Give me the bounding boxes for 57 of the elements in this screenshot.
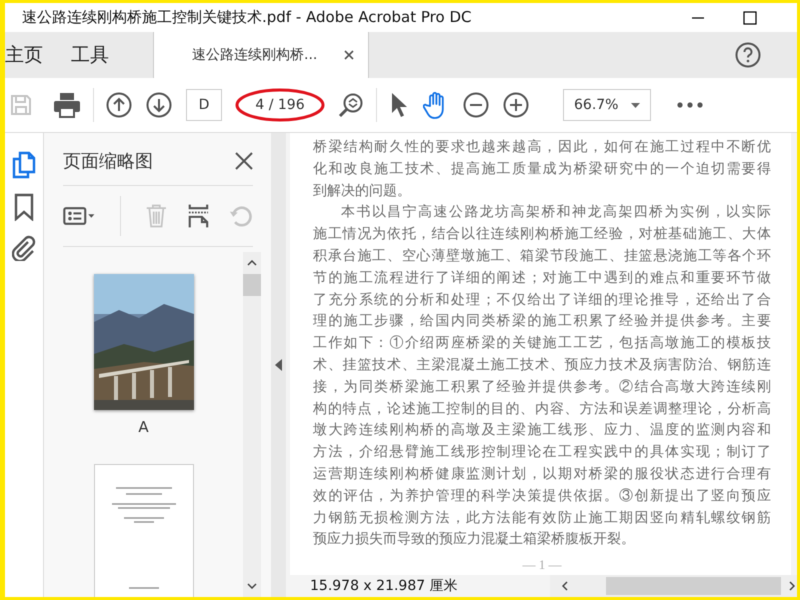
- help-icon[interactable]: [735, 42, 761, 68]
- maximize-icon[interactable]: [743, 10, 757, 24]
- text-line: 构的特点，论述施工控制的目的、内容、方法和误差调整理论，分析高: [313, 400, 771, 419]
- text-line: 运营期连续刚构桥健康监测计划，以期对桥梁的服役状态进行合理有: [313, 465, 771, 484]
- text-line: 术、挂篮技术、主梁混凝土施工技术、预应力技术及病害防治、钢筋连: [313, 356, 771, 375]
- scrollbar[interactable]: [550, 575, 797, 597]
- paperclip-icon[interactable]: [12, 235, 36, 261]
- text-line: 了充分系统的分析和处理；不仅给出了详细的理论推导，还给出了合: [313, 291, 771, 310]
- zoom-dropdown[interactable]: 66.7%: [563, 89, 651, 121]
- text-line: 预应力损失而导致的预应力混凝土箱梁桥腹板开裂。: [313, 530, 636, 550]
- close-icon[interactable]: [344, 50, 354, 60]
- scrollbar[interactable]: [243, 252, 261, 597]
- page-count: 4 / 196: [255, 97, 305, 113]
- caret-icon[interactable]: [631, 102, 640, 108]
- nav-tab[interactable]: 工具: [71, 32, 123, 78]
- scroll-right-icon[interactable]: [789, 581, 795, 591]
- text-line: 本书以昌宁高速公路龙坊高架桥和神龙高架四桥为实例，以实际: [340, 203, 771, 222]
- text-line: 方法，介绍悬臂施工线形控制理论在工程实践中的具体实现；制订了: [313, 443, 771, 462]
- document-tab[interactable]: 速公路连续刚构桥...: [153, 32, 369, 78]
- thumbnail-label: A: [138, 418, 149, 436]
- scroll-thumb[interactable]: [243, 274, 261, 296]
- close-icon[interactable]: [235, 152, 253, 170]
- options-icon[interactable]: [63, 204, 96, 228]
- text-line: 化和改良施工技术、提高施工质量成为桥梁研究中的一个迫切需要得: [313, 160, 771, 179]
- bookmark-icon[interactable]: [14, 193, 34, 221]
- find-icon[interactable]: [338, 92, 364, 118]
- zoom-out-icon[interactable]: [463, 92, 489, 118]
- text-line: 接，为同类桥梁施工积累了经验并提供参考。②结合高墩大跨连续刚: [313, 378, 771, 397]
- nav-tab[interactable]: 主页: [5, 32, 57, 78]
- page-number-field[interactable]: D: [186, 89, 222, 121]
- text-line: 力钢筋无损检测方法，此方法能有效防止施工期因竖向精轧螺纹钢筋: [313, 509, 771, 528]
- pointer-icon[interactable]: [389, 92, 409, 118]
- text-line: 理的施工步骤，给国内同类桥梁的施工积累了经验并提供参考。主要: [313, 312, 771, 332]
- page-split-icon[interactable]: [188, 202, 209, 230]
- pages-icon[interactable]: [12, 151, 36, 179]
- text-line: 工作如下：①介绍两座桥梁的关键施工工艺，包括高墩施工的模板技: [313, 334, 771, 354]
- text-line: 墩大跨连续刚构桥的高墩及主梁施工线形、应力、温度的监测内容和: [313, 421, 771, 440]
- text-line: 到解决的问题。: [313, 182, 412, 201]
- print-icon[interactable]: [53, 92, 81, 118]
- panel-title: 页面缩略图: [63, 150, 153, 173]
- text-line: 桥梁结构耐久性的要求也越来越高，因此，如何在施工过程中不断优: [313, 138, 771, 157]
- scroll-thumb[interactable]: [606, 577, 781, 595]
- scroll-up-icon[interactable]: [247, 260, 257, 266]
- text-line: 积承台施工、空心薄壁墩施工、箱梁节段施工、挂篮悬浇施工等各个环: [313, 247, 771, 266]
- zoom-in-icon[interactable]: [503, 92, 529, 118]
- page-number: — 1 —: [522, 557, 562, 574]
- scroll-left-icon[interactable]: [562, 581, 568, 591]
- collapse-icon[interactable]: [275, 359, 282, 371]
- text-line: 施工情况为依托，结合以往连续刚构桥施工经验，对桩基础施工、大体: [313, 225, 771, 244]
- document-tab-label[interactable]: 速公路连续刚构桥...: [192, 46, 318, 64]
- scroll-down-icon[interactable]: [247, 583, 257, 589]
- window-title: 速公路连续刚构桥施工控制关键技术.pdf - Adobe Acrobat Pro DC: [22, 8, 472, 27]
- text-line: 效的评估，为养护管理的科学决策提供依据。③创新提出了竖向预应: [313, 487, 771, 506]
- more-icon[interactable]: [677, 102, 703, 108]
- page-thumbnail[interactable]: [94, 464, 194, 597]
- text-line: 节的施工流程进行了详细的阐述；对施工中遇到的难点和重要环节做: [313, 269, 771, 288]
- page-size: 15.978 x 21.987 厘米: [309, 577, 459, 595]
